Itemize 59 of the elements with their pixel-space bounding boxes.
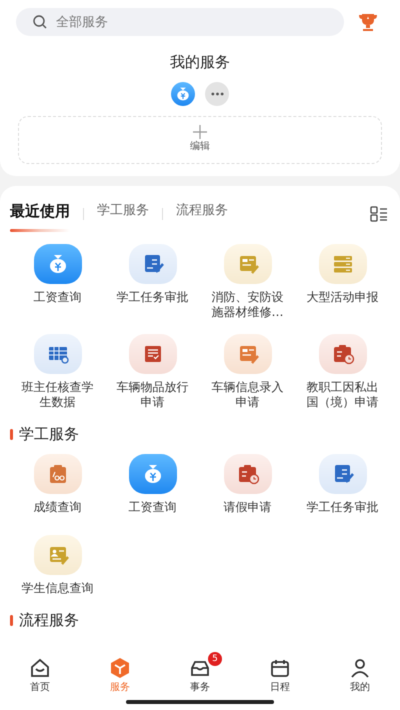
service-item[interactable]: 请假申请 (208, 454, 286, 515)
service-item[interactable]: 学生信息查询 (18, 535, 96, 596)
service-item[interactable]: 车辆物品放行申请 (114, 334, 192, 410)
nav-tab[interactable]: 我的 (335, 656, 385, 695)
section-marker (10, 614, 13, 626)
service-label: 工资查询 (128, 500, 178, 515)
category-tab[interactable]: 学工服务 (97, 201, 149, 226)
form-pen-icon (224, 244, 272, 284)
service-label: 车辆信息录入申请 (210, 380, 284, 410)
edit-button[interactable]: 编辑 (18, 116, 382, 164)
score-sheet-icon (34, 454, 82, 494)
service-label: 教职工因私出国（境）申请 (306, 380, 380, 410)
more-icon (210, 92, 224, 96)
document-pen-icon (318, 454, 366, 494)
service-label: 请假申请 (222, 500, 272, 515)
more-button[interactable] (205, 82, 229, 106)
unread-badge: 5 (208, 652, 222, 666)
service-label: 学生信息查询 (20, 581, 94, 596)
list-icon (318, 244, 366, 284)
service-label: 车辆物品放行申请 (116, 380, 190, 410)
service-item[interactable]: 成绩查询 (18, 454, 96, 515)
nav-tab[interactable]: 首页 (15, 656, 65, 695)
section-heading: 学工服务 (19, 426, 79, 442)
money-bag-icon (171, 82, 195, 106)
section-title: 我的服务 (169, 52, 231, 73)
money-bag-icon (128, 454, 176, 494)
service-item[interactable]: 教职工因私出国（境）申请 (304, 334, 382, 410)
table-search-icon (34, 334, 82, 374)
service-label: 消防、安防设施器材维修… (210, 290, 284, 320)
money-bag-icon (34, 244, 82, 284)
calendar-clock-icon (318, 334, 366, 374)
section-heading: 流程服务 (19, 612, 79, 628)
category-tab[interactable]: 流程服务 (176, 201, 228, 226)
search-field[interactable]: 全部服务 (16, 8, 344, 36)
service-label: 工资查询 (32, 290, 82, 305)
service-item[interactable]: 班主任核查学生数据 (18, 334, 96, 410)
form-pen-icon (224, 334, 272, 374)
service-item[interactable]: 大型活动申报 (304, 244, 382, 320)
checklist-icon (128, 334, 176, 374)
service-item[interactable]: 工资查询 (18, 244, 96, 320)
service-item[interactable]: 工资查询 (114, 454, 192, 515)
service-item[interactable]: 消防、安防设施器材维修… (208, 244, 286, 320)
plus-icon (193, 125, 207, 139)
grid-list-icon[interactable] (370, 206, 388, 222)
service-label: 学工任务审批 (306, 500, 380, 515)
service-label: 学工任务审批 (116, 290, 190, 305)
service-item[interactable]: 学工任务审批 (114, 244, 192, 320)
service-item[interactable]: 学工任务审批 (304, 454, 382, 515)
service-label: 班主任核查学生数据 (20, 380, 94, 410)
nav-tab[interactable]: 日程 (255, 656, 305, 695)
home-icon (28, 656, 52, 680)
profile-card-icon (34, 535, 82, 575)
document-pen-icon (128, 244, 176, 284)
calendar-clock-icon (224, 454, 272, 494)
section-marker (10, 428, 13, 440)
service-label: 大型活动申报 (306, 290, 380, 305)
service-item[interactable]: 车辆信息录入申请 (208, 334, 286, 410)
search-icon (32, 14, 48, 30)
service-label: 成绩查询 (32, 500, 82, 515)
